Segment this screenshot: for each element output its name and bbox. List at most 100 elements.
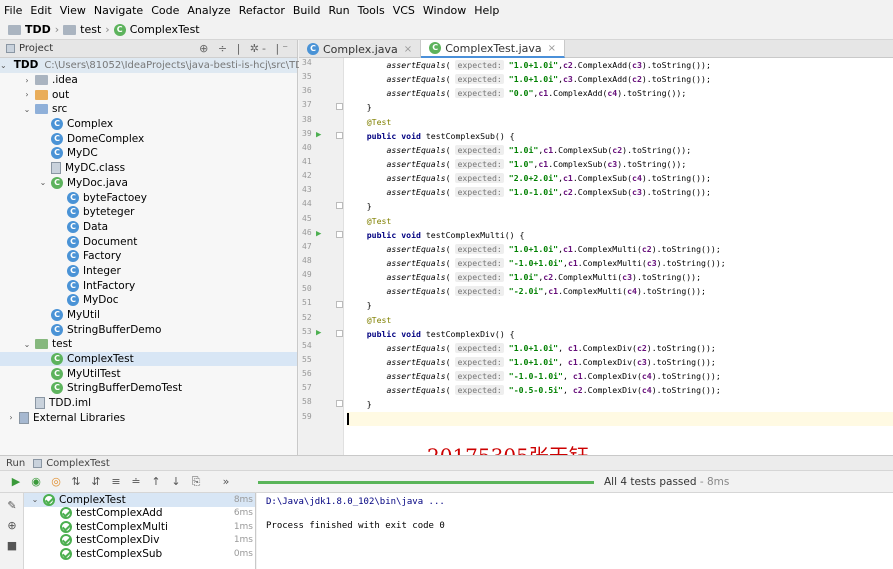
run-test-icon[interactable]: ▶	[316, 229, 321, 239]
stop-icon[interactable]: ■	[4, 537, 20, 553]
expand-arrow-icon[interactable]: ⌄	[0, 61, 7, 70]
code-line[interactable]: assertEquals( expected: "1.0+1.0i", c1.C…	[347, 341, 893, 355]
collapse-all-icon[interactable]: ≐	[128, 474, 144, 490]
test-result-row[interactable]: ⌄ ComplexTest 8ms	[24, 493, 255, 507]
code-line[interactable]: @Test	[347, 214, 893, 228]
tree-item[interactable]: C Integer	[0, 264, 297, 279]
expand-arrow-icon[interactable]: ⌄	[22, 340, 32, 349]
code-line[interactable]: assertEquals( expected: "0.0",c1.Complex…	[347, 86, 893, 100]
tree-item[interactable]: MyDC.class	[0, 161, 297, 176]
tree-item[interactable]: TDD.iml	[0, 396, 297, 411]
expand-arrow-icon[interactable]: ›	[22, 90, 32, 99]
code-area[interactable]: assertEquals( expected: "1.0+1.0i",c2.Co…	[347, 58, 893, 426]
code-line[interactable]	[347, 411, 893, 426]
menu-item-analyze[interactable]: Analyze	[187, 4, 230, 17]
tree-item[interactable]: ⌄ src	[0, 102, 297, 117]
run-console[interactable]: D:\Java\jdk1.8.0_102\bin\java ... Process…	[257, 493, 893, 569]
project-panel-title[interactable]: Project	[19, 43, 53, 54]
fold-icon[interactable]	[336, 202, 343, 210]
tree-item[interactable]: C Factory	[0, 249, 297, 264]
menu-item-run[interactable]: Run	[329, 4, 350, 17]
fold-icon[interactable]	[336, 400, 343, 408]
export-icon[interactable]: ⎘	[188, 474, 204, 490]
tree-item[interactable]: C StringBufferDemo	[0, 322, 297, 337]
close-icon[interactable]: ×	[548, 43, 556, 54]
tree-item[interactable]: C ComplexTest	[0, 351, 297, 367]
code-line[interactable]: }	[347, 298, 893, 312]
code-line[interactable]: assertEquals( expected: "2.0+2.0i",c1.Co…	[347, 171, 893, 185]
code-line[interactable]: }	[347, 397, 893, 411]
close-icon[interactable]: ×	[404, 44, 412, 55]
tree-item[interactable]: C MyUtilTest	[0, 366, 297, 381]
tree-item[interactable]: › .idea	[0, 73, 297, 88]
code-line[interactable]: }	[347, 100, 893, 114]
tree-item[interactable]: Cbyteteger	[0, 205, 297, 220]
breadcrumb-folder[interactable]: test ›	[63, 23, 114, 36]
code-line[interactable]: assertEquals( expected: "1.0",c1.Complex…	[347, 157, 893, 171]
tree-item[interactable]: CbyteFactoey	[0, 190, 297, 205]
previous-test-icon[interactable]: ↑	[148, 474, 164, 490]
breadcrumb-file[interactable]: C ComplexTest	[113, 23, 200, 36]
tree-item[interactable]: C IntFactory	[0, 278, 297, 293]
test-result-row[interactable]: testComplexSub 0ms	[24, 547, 255, 561]
test-result-row[interactable]: testComplexDiv 1ms	[24, 534, 255, 548]
code-line[interactable]: }	[347, 199, 893, 213]
ignored-filter-icon[interactable]: ◎	[48, 474, 64, 490]
breadcrumb-project[interactable]: TDD ›	[8, 23, 63, 36]
expand-all-icon[interactable]: ≡	[108, 474, 124, 490]
menu-item-window[interactable]: Window	[423, 4, 466, 17]
pin-icon[interactable]: ✎	[4, 497, 20, 513]
sort-alpha-icon[interactable]: ⇅	[68, 474, 84, 490]
menu-item-view[interactable]: View	[60, 4, 86, 17]
dump-threads-icon[interactable]: ⊕	[4, 517, 20, 533]
tree-item[interactable]: C MyDoc	[0, 293, 297, 308]
tree-item[interactable]: C Complex	[0, 117, 297, 132]
editor-tab[interactable]: C Complex.java ×	[299, 40, 422, 58]
tree-item[interactable]: C MyDC	[0, 146, 297, 161]
expand-arrow-icon[interactable]: ⌄	[22, 105, 32, 114]
code-line[interactable]: assertEquals( expected: "1.0i",c2.Comple…	[347, 270, 893, 284]
run-test-icon[interactable]: ▶	[316, 130, 321, 140]
project-panel-tools[interactable]: ⊕ ÷ | ✲- |⁻	[199, 42, 291, 55]
fold-icon[interactable]	[336, 103, 343, 111]
tree-item[interactable]: C Data	[0, 220, 297, 235]
next-test-icon[interactable]: ↓	[168, 474, 184, 490]
code-line[interactable]: public void testComplexSub() {	[347, 129, 893, 143]
tree-item[interactable]: › out	[0, 87, 297, 102]
menu-item-help[interactable]: Help	[474, 4, 499, 17]
tree-item[interactable]: C DomeComplex	[0, 131, 297, 146]
code-line[interactable]: public void testComplexDiv() {	[347, 327, 893, 341]
tree-root-tdd[interactable]: ⌄ TDD C:\Users\81052\IdeaProjects\java-b…	[0, 58, 311, 73]
menu-item-refactor[interactable]: Refactor	[239, 4, 285, 17]
code-line[interactable]: assertEquals( expected: "1.0+1.0i",c2.Co…	[347, 58, 893, 72]
menu-item-navigate[interactable]: Navigate	[94, 4, 143, 17]
code-line[interactable]: assertEquals( expected: "1.0-1.0i",c2.Co…	[347, 185, 893, 199]
code-editor[interactable]: 34 35 36 37 38 39 ▶ 40 41 42 43 44 45 46 ▶ 47 48 49 50 51 52…	[299, 58, 893, 455]
tree-item[interactable]: ⌄ test	[0, 337, 297, 352]
menu-item-file[interactable]: File	[4, 4, 22, 17]
more-icon[interactable]: »	[218, 474, 234, 490]
menu-item-vcs[interactable]: VCS	[393, 4, 415, 17]
expand-arrow-icon[interactable]: ›	[6, 413, 16, 422]
tree-item[interactable]: ⌄ C MyDoc.java	[0, 176, 297, 191]
fold-icon[interactable]	[336, 301, 343, 309]
fold-icon[interactable]	[336, 230, 343, 238]
test-result-row[interactable]: testComplexMulti 1ms	[24, 520, 255, 534]
expand-arrow-icon[interactable]: ⌄	[38, 178, 48, 187]
sort-duration-icon[interactable]: ⇵	[88, 474, 104, 490]
code-line[interactable]: assertEquals( expected: "-0.5-0.5i", c2.…	[347, 383, 893, 397]
test-result-row[interactable]: testComplexAdd 6ms	[24, 507, 255, 521]
code-line[interactable]: assertEquals( expected: "-1.0-1.0i", c1.…	[347, 369, 893, 383]
run-tab-label[interactable]: Run	[6, 458, 25, 469]
code-line[interactable]: public void testComplexMulti() {	[347, 228, 893, 242]
run-config[interactable]: ComplexTest	[33, 458, 110, 469]
editor-tab[interactable]: C ComplexTest.java ×	[421, 40, 566, 58]
fold-icon[interactable]	[336, 329, 343, 337]
tree-item[interactable]: › External Libraries	[0, 411, 297, 426]
code-line[interactable]: assertEquals( expected: "1.0i",c1.Comple…	[347, 143, 893, 157]
rerun-icon[interactable]: ▶	[8, 474, 24, 490]
tree-item[interactable]: C Document	[0, 234, 297, 249]
code-line[interactable]: @Test	[347, 313, 893, 327]
run-test-icon[interactable]: ▶	[316, 328, 321, 338]
code-line[interactable]: assertEquals( expected: "1.0+1.0i",c1.Co…	[347, 242, 893, 256]
